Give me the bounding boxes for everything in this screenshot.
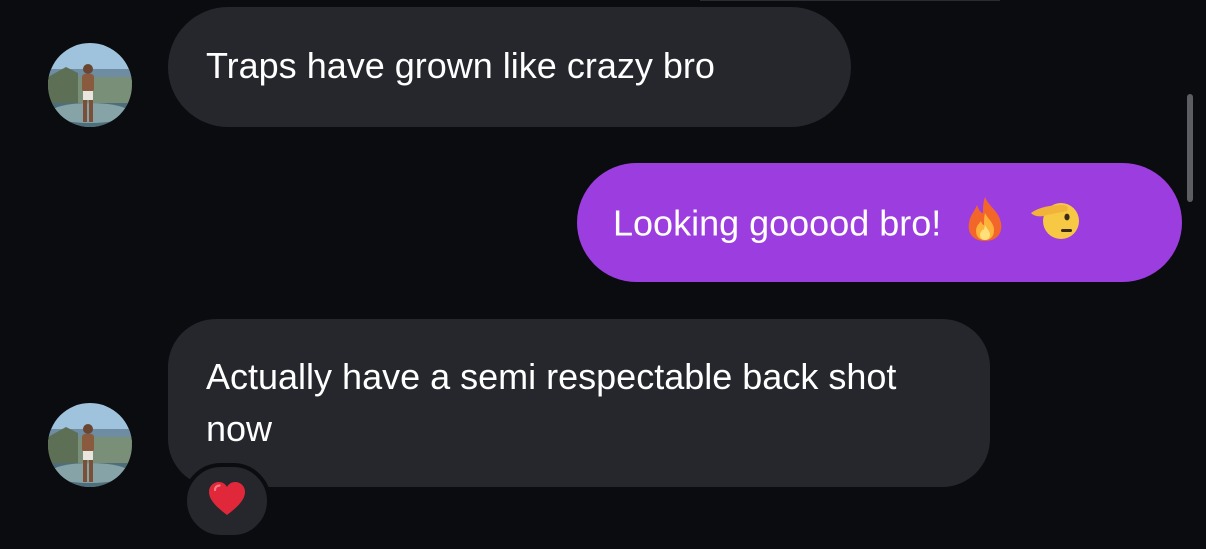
divider xyxy=(700,0,1000,1)
received-message-bubble[interactable]: Actually have a semi respectable back sh… xyxy=(168,319,990,487)
message-reaction[interactable] xyxy=(183,463,271,539)
saluting-face-icon xyxy=(1029,195,1081,257)
scrollbar[interactable] xyxy=(1187,94,1193,202)
avatar-photo xyxy=(48,43,132,127)
avatar-photo xyxy=(48,403,132,487)
message-text: Actually have a semi respectable back sh… xyxy=(206,356,897,449)
message-text: Looking gooood bro! xyxy=(613,202,942,244)
chat-screen: Traps have grown like crazy bro Looking … xyxy=(0,0,1206,549)
sent-message-bubble[interactable]: Looking gooood bro! xyxy=(577,163,1182,282)
red-heart-icon xyxy=(207,481,247,522)
fire-icon xyxy=(963,195,1007,257)
message-text: Traps have grown like crazy bro xyxy=(206,45,715,86)
avatar[interactable] xyxy=(48,43,132,127)
received-message-bubble[interactable]: Traps have grown like crazy bro xyxy=(168,7,851,127)
avatar[interactable] xyxy=(48,403,132,487)
